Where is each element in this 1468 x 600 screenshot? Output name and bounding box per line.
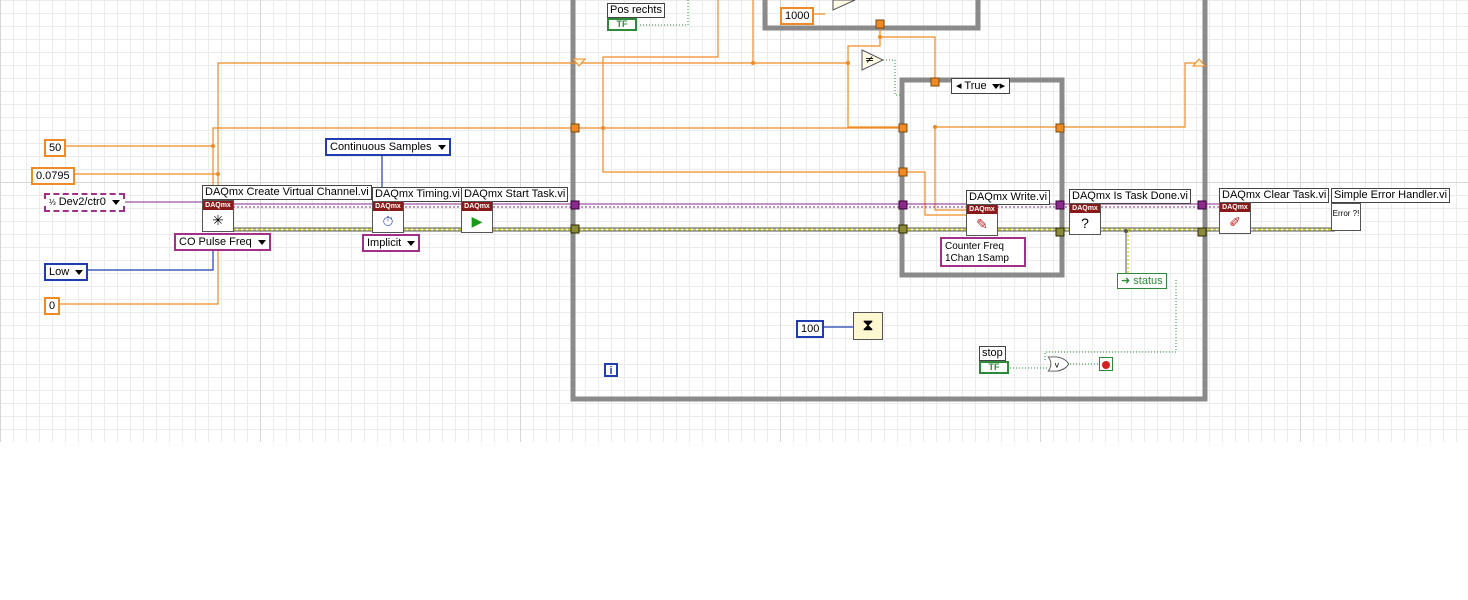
pos-rechts-label: Pos rechts (607, 3, 665, 18)
dropdown-arrow-icon (75, 269, 84, 275)
prev-case-icon: ◂ (956, 80, 962, 92)
start-task-label: DAQmx Start Task.vi (461, 187, 569, 202)
svg-text:v: v (1054, 361, 1059, 370)
co-pulse-freq-ring[interactable]: CO Pulse Freq (174, 233, 271, 251)
loop-condition-stop-icon[interactable] (1099, 357, 1113, 371)
status-unbundle[interactable]: ➜ status (1117, 273, 1167, 289)
numeric-constant-50[interactable]: 50 (44, 139, 67, 157)
pos-rechts-terminal[interactable]: TF (607, 18, 637, 31)
dropdown-arrow-icon (111, 199, 120, 205)
numeric-constant-0[interactable]: 0 (44, 297, 61, 315)
is-task-done-label: DAQmx Is Task Done.vi (1069, 189, 1191, 204)
wait-ms-function[interactable]: ⧗ (853, 312, 883, 340)
channel-icon: ⅓ (49, 198, 56, 207)
dropdown-arrow-icon (257, 239, 266, 245)
dropdown-arrow-icon (407, 240, 416, 246)
eraser-icon: ✐ (1229, 214, 1241, 230)
create-channel-icon: ✳ (212, 212, 224, 228)
or-gate-icon[interactable]: v (1046, 356, 1070, 372)
case-selector[interactable]: ◂ True ▸ (951, 78, 1011, 94)
numeric-constant-duty[interactable]: 0.0795 (31, 167, 75, 185)
daqmx-timing-vi[interactable]: DAQmx ⏱ (372, 201, 404, 233)
iteration-terminal[interactable]: i (604, 363, 618, 377)
simple-error-handler-vi[interactable]: Error ?! (1331, 203, 1361, 231)
daqmx-create-channel-vi[interactable]: DAQmx ✳ (202, 200, 234, 232)
daqmx-start-task-vi[interactable]: DAQmx ▶ (461, 201, 493, 233)
stop-terminal[interactable]: TF (979, 361, 1009, 374)
daqmx-clear-task-vi[interactable]: DAQmx ✐ (1219, 202, 1251, 234)
unbundle-arrow-icon: ➜ (1121, 275, 1131, 287)
create-channel-label: DAQmx Create Virtual Channel.vi (202, 185, 372, 200)
dropdown-arrow-icon (437, 144, 446, 150)
timing-label: DAQmx Timing.vi (372, 187, 463, 202)
next-case-icon: ▸ (999, 80, 1006, 92)
write-type-ring[interactable]: Counter Freq 1Chan 1Samp (940, 237, 1026, 267)
numeric-constant-100[interactable]: 100 (796, 320, 825, 338)
daqmx-is-task-done-vi[interactable]: DAQmx ? (1069, 203, 1101, 235)
clear-task-label: DAQmx Clear Task.vi (1219, 188, 1330, 203)
clock-icon: ⏱ (382, 213, 394, 229)
timing-type-ring[interactable]: Implicit (362, 234, 421, 252)
question-icon: ? (1081, 215, 1089, 231)
svg-text:≠: ≠ (865, 53, 874, 66)
write-label: DAQmx Write.vi (966, 190, 1051, 205)
daqmx-write-vi[interactable]: DAQmx ✎ (966, 204, 998, 236)
channel-constant[interactable]: ⅓ Dev2/ctr0 (44, 193, 125, 212)
sample-mode-enum[interactable]: Continuous Samples (325, 138, 451, 156)
pencil-icon: ✎ (976, 216, 988, 232)
metronome-icon: ⧗ (862, 317, 874, 334)
stop-label: stop (979, 346, 1006, 361)
idle-state-enum[interactable]: Low (44, 263, 89, 281)
play-icon: ▶ (471, 213, 483, 229)
block-diagram[interactable]: ≠ 50 0.0795 ⅓ Dev2/ctr0 Low 0 DAQmx Crea… (0, 0, 1468, 442)
numeric-constant-1000[interactable]: 1000 (780, 7, 815, 25)
error-handler-label: Simple Error Handler.vi (1331, 188, 1451, 203)
dropdown-arrow-icon (991, 83, 1000, 89)
error-bubble-icon: Error ?! (1332, 209, 1360, 218)
